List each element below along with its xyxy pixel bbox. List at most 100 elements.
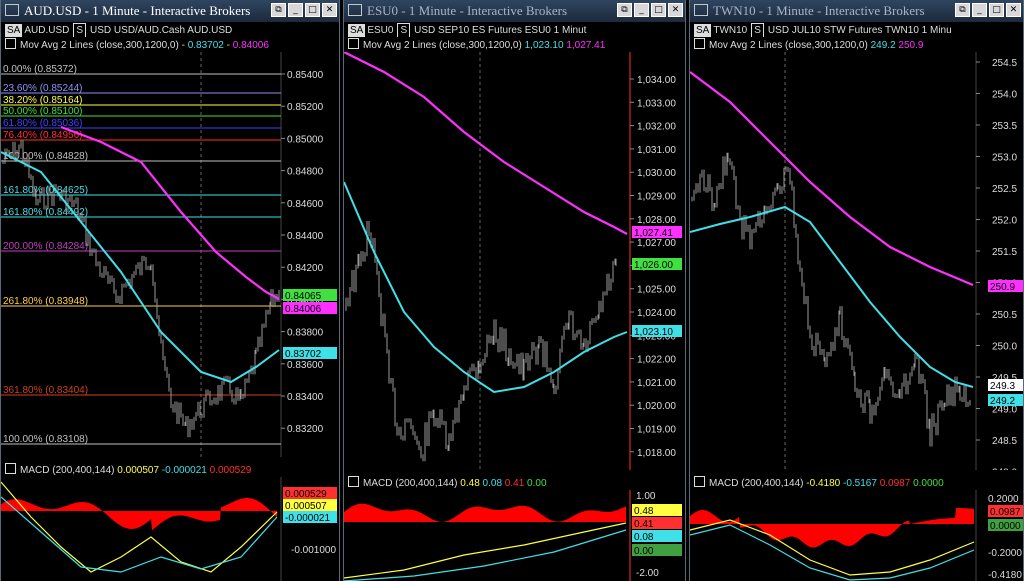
y-tick-label: 1,019.00 [637,425,676,436]
chart-window-esu[interactable]: ESU0 - 1 Minute - Interactive Brokers ⧉ … [343,0,686,581]
close-button[interactable]: ✕ [668,3,683,17]
y-tick-label: -0.2000 [988,548,1022,559]
sa-dropdown[interactable]: SA [694,24,712,37]
maximize-button[interactable]: □ [305,3,320,17]
y-tick-label: 1.00 [636,491,656,502]
macd-chart[interactable]: 0.0005290.000507-0.000021 -0.001000 [1,477,340,581]
ma-legend: Mov Avg 2 Lines (close,300,1200,0) 249.2… [690,38,1023,52]
price-tag-text: 0.08 [634,532,654,543]
macd-legend: MACD (200,400,144) 0.48 0.08 0.41 0.00 [344,476,685,490]
chart-app-icon [348,4,362,16]
macd-signal-value: 0.08 [482,478,503,489]
macd-hist-value: 0.0987 [879,478,911,489]
indicator-params: (close,300,1200,0) [438,40,522,51]
price-tag-text: 0.000529 [285,489,327,500]
y-tick-label: 0.83400 [287,392,324,403]
contract-description: USD JUL10 STW Futures TWN10 1 Minu [767,25,952,36]
chart-window-aud[interactable]: AUD.USD - 1 Minute - Interactive Brokers… [0,0,340,581]
y-tick-label: 1,022.00 [637,355,676,366]
maximize-button[interactable]: □ [651,3,666,17]
detach-icon[interactable]: ⧉ [271,3,286,17]
s-dropdown[interactable]: S [397,23,411,37]
ma-slow-value: 1,027.41 [566,40,606,51]
y-tick-label: 1,024.00 [637,308,676,319]
close-indicator-icon[interactable] [5,463,16,474]
y-tick-label: 1,034.00 [637,75,676,86]
signal-line [344,529,627,581]
price-chart[interactable]: 1,034.00 1,033.00 1,032.00 1,031.00 1,030.00… [344,52,686,470]
price-tag-text: 0.00 [634,546,654,557]
y-tick-label: 252.5 [992,184,1017,195]
macd-value: 0.48 [460,478,480,489]
fib-level-label: 261.80% (0.83948) [3,296,88,307]
y-tick-label: 250.0 [992,342,1017,353]
chart-toolbar: SA AUD.USD S USD USD/AUD.Cash AUD.USD [1,23,339,37]
y-tick-label: 253.5 [992,121,1017,132]
macd-label: MACD [363,478,393,489]
close-button[interactable]: ✕ [322,3,337,17]
y-tick-label: 252.0 [992,216,1017,227]
macd-label: MACD [709,478,739,489]
y-tick-label: 253.0 [992,153,1017,164]
y-tick-label: 1,018.00 [637,448,676,459]
macd-chart[interactable]: 0.2000 0.0987 0.0000 -0.2000 -0.4180 [690,490,1024,581]
macd-hist-value: 0.000529 [209,465,252,476]
fib-level-label: 38.20% (0.85164) [3,95,83,106]
macd-line [344,522,627,579]
ma-legend: Mov Avg 2 Lines (close,300,1200,0) 1,023… [344,38,685,52]
window-title: ESU0 - 1 Minute - Interactive Brokers [367,3,568,18]
macd-value: 0.000507 [117,465,160,476]
price-chart[interactable]: 254.5254.0253.5253.0252.5252.0251.5251.0… [690,52,1024,470]
window-titlebar[interactable]: ESU0 - 1 Minute - Interactive Brokers ⧉ … [344,0,685,22]
minimize-button[interactable]: _ [288,3,303,17]
contract-description: USD SEP10 ES Futures ESU0 1 Minut [414,25,587,36]
macd-chart[interactable]: 1.00 0.48 0.41 0.08 0.00 -2.00 [344,490,686,581]
chart-toolbar: SA ESU0 S USD SEP10 ES Futures ESU0 1 Minut [344,23,685,37]
macd-histogram [1,498,277,531]
chart-window-twn[interactable]: TWN10 - 1 Minute - Interactive Brokers ⧉… [689,0,1024,581]
indicator-label: Mov Avg 2 Lines [363,40,437,51]
fib-level-label: 23.60% (0.85244) [3,83,83,94]
macd-signal-value: -0.5167 [843,478,877,489]
y-tick-label: 0.85200 [287,102,324,113]
window-title: AUD.USD - 1 Minute - Interactive Brokers [24,3,251,18]
y-tick-label: 0.84200 [287,263,324,274]
close-indicator-icon[interactable] [694,476,705,487]
indicator-params: (close,300,1200,0) [784,40,868,51]
close-indicator-icon[interactable] [5,38,16,49]
close-button[interactable]: ✕ [1006,3,1021,17]
window-titlebar[interactable]: AUD.USD - 1 Minute - Interactive Brokers… [1,0,339,22]
y-tick-label: 254.5 [992,58,1017,69]
detach-icon[interactable]: ⧉ [617,3,632,17]
macd-value: -0.4180 [806,478,841,489]
fib-level-label: 161.80% (0.84625) [3,185,88,196]
contract-description: USD USD/AUD.Cash AUD.USD [90,25,233,36]
y-tick-label: 0.85000 [287,134,324,145]
fib-level-label: 200.00% (0.84284) [3,241,88,252]
price-tag-text: 0.84006 [285,304,322,315]
s-dropdown[interactable]: S [73,23,87,37]
chart-app-icon [5,4,19,16]
s-dropdown[interactable]: S [751,23,764,37]
macd-params: (200,400,144) [52,465,115,476]
y-tick-label: 0.83600 [287,360,324,371]
minimize-button[interactable]: _ [634,3,649,17]
sa-dropdown[interactable]: SA [5,24,23,37]
close-indicator-icon[interactable] [348,476,359,487]
maximize-button[interactable]: □ [989,3,1004,17]
detach-icon[interactable]: ⧉ [955,3,970,17]
close-indicator-icon[interactable] [348,38,359,49]
y-tick-label: 0.85400 [287,70,324,81]
indicator-params: (close,300,1200,0) [95,40,179,51]
ma-slow-line [690,71,974,287]
minimize-button[interactable]: _ [972,3,987,17]
price-chart[interactable]: 0.85400 0.85200 0.85000 0.84800 0.84600 0.844… [1,52,340,457]
close-indicator-icon[interactable] [694,38,705,49]
chart-app-icon [694,4,708,16]
indicator-label: Mov Avg 2 Lines [20,40,94,51]
y-tick-label: 0.84600 [287,199,324,210]
ma-fast-line [690,205,974,388]
window-titlebar[interactable]: TWN10 - 1 Minute - Interactive Brokers ⧉… [690,0,1023,22]
sa-dropdown[interactable]: SA [348,24,366,37]
price-tag-text: 1,026.00 [634,260,673,271]
